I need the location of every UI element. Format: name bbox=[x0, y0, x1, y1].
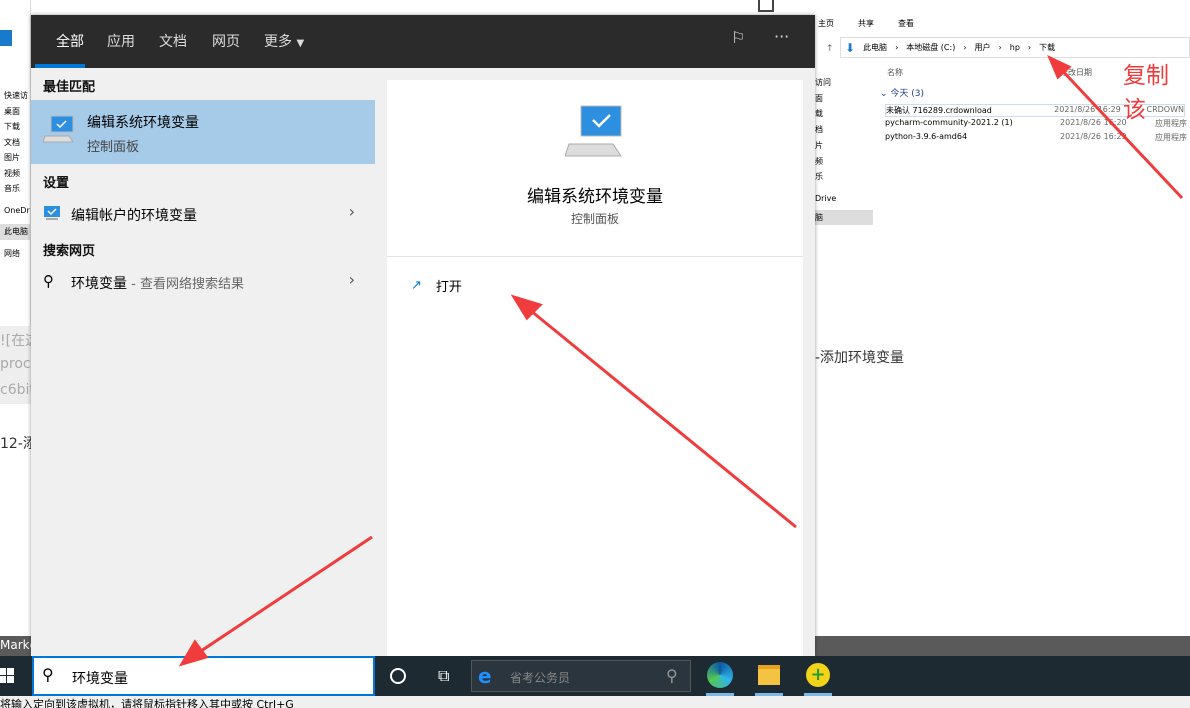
chevron-right-icon[interactable]: › bbox=[349, 270, 355, 289]
tab-apps[interactable]: 应用 bbox=[107, 31, 135, 51]
best-match-subtitle: 控制面板 bbox=[87, 140, 140, 155]
settings-result-item[interactable]: 编辑帐户的环境变量 › bbox=[31, 199, 375, 229]
edge-icon[interactable] bbox=[707, 662, 733, 688]
column-name[interactable]: 名称 bbox=[887, 67, 903, 78]
breadcrumb-item[interactable]: 本地磁盘 (C:) bbox=[906, 42, 955, 53]
best-match-heading: 最佳匹配 bbox=[43, 80, 96, 95]
doc-line: proc bbox=[0, 356, 31, 372]
tree-item[interactable]: 图片 bbox=[0, 150, 31, 166]
breadcrumb-item[interactable]: hp bbox=[1010, 43, 1020, 52]
computer-icon bbox=[565, 105, 622, 157]
search-tabs: 全部 应用 文档 网页 更多 ▼ ⚐ ··· bbox=[31, 15, 815, 68]
tree-item[interactable]: 音乐 bbox=[0, 181, 31, 197]
explorer-ribbon: 主页 共享 查看 bbox=[818, 18, 914, 29]
detail-title: 编辑系统环境变量 bbox=[527, 187, 663, 207]
doc-text: -添加环境变量 bbox=[815, 350, 905, 366]
explorer-nav: 访问面载档片频乐 Drive 脑 bbox=[815, 75, 873, 226]
download-arrow-icon: ⬇ bbox=[845, 40, 856, 55]
ribbon-file-tab bbox=[0, 30, 12, 46]
breadcrumb-item[interactable]: 此电脑 bbox=[863, 42, 887, 53]
file-row[interactable]: python-3.9.6-amd64 2021/8/26 16:29 应用程序 bbox=[885, 132, 1187, 143]
tree-item[interactable]: 网络 bbox=[0, 246, 31, 262]
search-icon: ⚲ bbox=[42, 665, 54, 684]
annotation-text: 复制该 bbox=[1123, 63, 1169, 123]
web-heading: 搜索网页 bbox=[43, 244, 96, 259]
breadcrumb-item[interactable]: 用户 bbox=[975, 42, 991, 53]
file-explorer-icon[interactable] bbox=[758, 665, 780, 685]
tab-web[interactable]: 网页 bbox=[212, 31, 240, 51]
chevron-right-icon[interactable]: › bbox=[349, 202, 355, 221]
tree-item[interactable]: 文档 bbox=[0, 135, 31, 151]
360-security-icon[interactable]: + bbox=[806, 663, 830, 687]
cortana-icon[interactable] bbox=[390, 668, 406, 684]
breadcrumb-item[interactable]: 下载 bbox=[1039, 42, 1055, 53]
web-result-label: 环境变量 - 查看网络搜索结果 bbox=[71, 276, 244, 292]
open-action[interactable]: ↗ 打开 bbox=[411, 276, 462, 295]
ribbon-tab[interactable]: 查看 bbox=[898, 18, 914, 29]
left-explorer-tree: 快速访 桌面 下载 文档 图片 视频 音乐 OneDr 此电脑 网络 bbox=[0, 88, 31, 261]
address-bar[interactable]: ⬇ 此电脑 › 本地磁盘 (C:) › 用户 › hp › 下载 bbox=[840, 37, 1190, 58]
best-match-item[interactable]: 编辑系统环境变量 控制面板 bbox=[31, 100, 375, 164]
monitor-icon bbox=[44, 206, 60, 220]
search-icon: ⚲ bbox=[43, 272, 54, 290]
settings-result-label: 编辑帐户的环境变量 bbox=[71, 208, 197, 224]
search-icon[interactable]: ⚲ bbox=[666, 666, 678, 685]
taskbar: ⚲ 环境变量 ⧉ e 省考公务员 ⚲ + bbox=[0, 656, 1190, 696]
detail-subtitle: 控制面板 bbox=[570, 212, 619, 226]
ie-search-box[interactable]: e 省考公务员 ⚲ bbox=[471, 660, 691, 692]
tree-item[interactable]: 快速访 bbox=[0, 88, 31, 104]
search-input[interactable]: ⚲ 环境变量 bbox=[32, 656, 375, 696]
computer-icon bbox=[43, 115, 74, 143]
tree-item[interactable]: OneDr bbox=[0, 203, 31, 219]
ribbon-tab[interactable]: 共享 bbox=[858, 18, 874, 29]
web-result-item[interactable]: ⚲ 环境变量 - 查看网络搜索结果 › bbox=[31, 267, 375, 297]
detail-pane: 编辑系统环境变量 控制面板 ↗ 打开 bbox=[387, 80, 803, 656]
task-view-icon[interactable]: ⧉ bbox=[438, 666, 449, 686]
open-icon: ↗ bbox=[411, 278, 422, 293]
tab-all[interactable]: 全部 bbox=[56, 31, 84, 51]
tree-item[interactable]: 此电脑 bbox=[0, 224, 31, 240]
search-panel: 全部 应用 文档 网页 更多 ▼ ⚐ ··· 最佳匹配 编辑系统环境变量 控制面… bbox=[31, 15, 815, 656]
group-header[interactable]: ⌄ 今天 (3) bbox=[880, 86, 924, 99]
chevron-down-icon: ▼ bbox=[296, 38, 305, 49]
ribbon-tab[interactable]: 主页 bbox=[818, 18, 834, 29]
tree-item[interactable]: 桌面 bbox=[0, 104, 31, 120]
more-options-icon[interactable]: ··· bbox=[774, 27, 789, 46]
settings-heading: 设置 bbox=[43, 176, 70, 191]
active-tab-indicator bbox=[35, 64, 85, 68]
doc-line: c6bit bbox=[0, 382, 35, 398]
tab-more[interactable]: 更多 ▼ bbox=[264, 31, 304, 51]
windows-start-icon[interactable] bbox=[0, 668, 14, 684]
ie-icon: e bbox=[478, 664, 492, 688]
feedback-icon[interactable]: ⚐ bbox=[731, 28, 745, 47]
best-match-title: 编辑系统环境变量 bbox=[87, 115, 199, 131]
column-date[interactable]: 修改日期 bbox=[1060, 67, 1092, 78]
status-bar: 将输入定向到该虚拟机，请将鼠标指针移入其中或按 Ctrl+G bbox=[0, 696, 1190, 708]
up-icon[interactable]: ↑ bbox=[826, 44, 834, 54]
tree-item[interactable]: 下载 bbox=[0, 119, 31, 135]
tab-documents[interactable]: 文档 bbox=[159, 31, 187, 51]
divider bbox=[387, 256, 803, 257]
tree-item[interactable]: 视频 bbox=[0, 166, 31, 182]
